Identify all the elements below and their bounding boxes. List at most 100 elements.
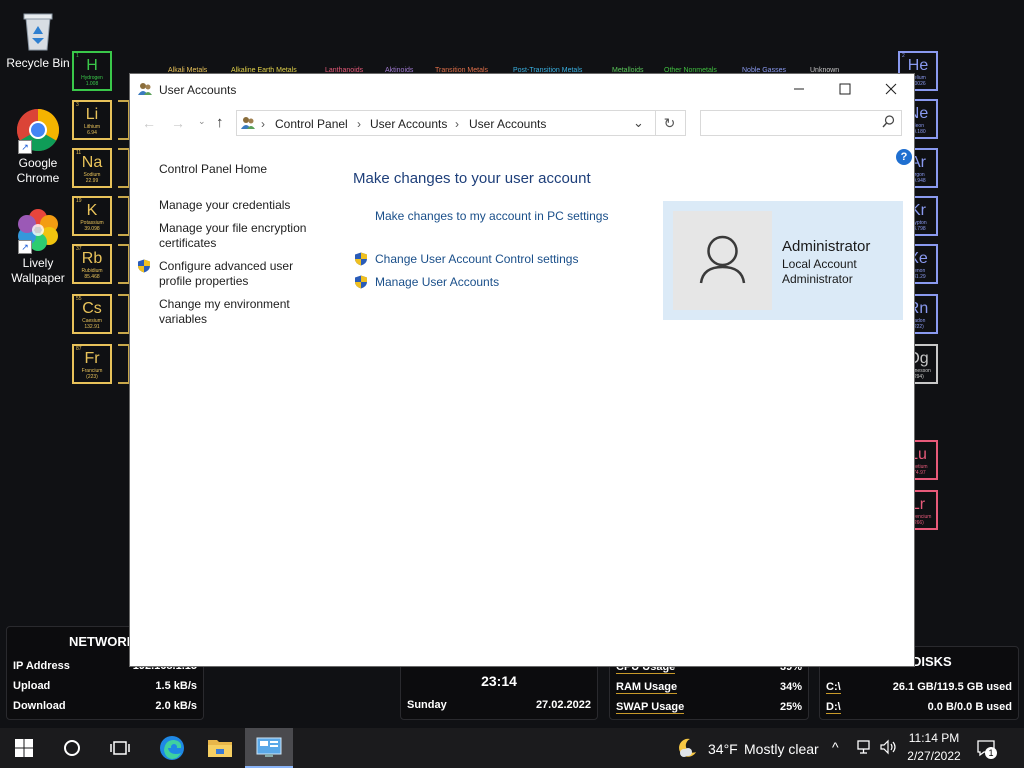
periodic-category-label: Alkali Metals	[168, 67, 208, 74]
system-row: RAM Usage 34%	[616, 681, 802, 694]
element-mass: 85.468	[84, 274, 100, 280]
breadcrumb-item[interactable]: User Accounts	[469, 117, 546, 131]
clock-date-row: Sunday 27.02.2022	[407, 699, 591, 711]
element-symbol: Cs	[82, 300, 102, 317]
account-type: Local Account	[782, 257, 857, 271]
refresh-button[interactable]: ↻	[654, 110, 686, 136]
address-bar[interactable]: › Control Panel › User Accounts › User A…	[236, 110, 656, 136]
element-mass: 22.99	[85, 178, 99, 184]
title-bar[interactable]: User Accounts	[130, 74, 914, 106]
element-mass: 39.098	[84, 226, 100, 232]
element-symbol: H	[86, 57, 98, 74]
user-accounts-window: User Accounts ← → ⌄ ↑ › Control Panel › …	[130, 74, 914, 666]
element-number: 3	[76, 102, 79, 108]
element-number: 2	[902, 53, 905, 59]
up-arrow-icon[interactable]: ↑	[216, 114, 224, 131]
periodic-element-partial	[118, 294, 130, 334]
row-label: SWAP Usage	[616, 701, 685, 714]
address-dropdown-chevron-icon[interactable]: ⌄	[633, 115, 644, 131]
show-hidden-icons-chevron-icon[interactable]: ^	[832, 739, 839, 755]
periodic-element-tile: 55 Cs Caesium 132.91	[72, 294, 112, 334]
desktop-icon-lively-wallpaper[interactable]: ↗ Lively Wallpaper	[0, 208, 76, 286]
shortcut-arrow-icon: ↗	[18, 240, 32, 254]
sidebar-link-advanced-profile[interactable]: Configure advanced user profile properti…	[159, 259, 319, 289]
element-mass: 1.008	[85, 81, 99, 87]
close-button[interactable]	[868, 74, 914, 104]
row-value: 26.1 GB/119.5 GB used	[892, 681, 1012, 693]
desktop-icon-recycle-bin[interactable]: Recycle Bin	[0, 8, 76, 71]
periodic-category-label: Post-Transition Metals	[513, 67, 583, 74]
search-icon	[882, 115, 895, 133]
periodic-element-partial	[118, 244, 130, 284]
row-value: 2.0 kB/s	[155, 700, 197, 712]
sidebar-link-file-encryption[interactable]: Manage your file encryption certificates	[159, 221, 319, 251]
uac-shield-icon	[354, 275, 368, 289]
periodic-element-partial	[118, 344, 130, 384]
maximize-icon	[839, 83, 851, 95]
refresh-icon: ↻	[663, 115, 676, 131]
uac-settings-link[interactable]: Change User Account Control settings	[375, 252, 578, 267]
weather-moon-icon[interactable]	[676, 737, 698, 764]
folder-icon	[208, 740, 232, 757]
row-value: 0.0 B/0.0 B used	[927, 701, 1012, 713]
avatar	[673, 211, 772, 310]
edge-taskbar-button[interactable]	[148, 728, 196, 768]
lively-wallpaper-icon: ↗	[16, 208, 60, 254]
breadcrumb-separator-icon: ›	[357, 117, 361, 131]
clock-date: 27.02.2022	[535, 699, 591, 711]
start-button[interactable]	[0, 728, 48, 768]
minimize-icon	[794, 88, 804, 90]
navigation-bar: ← → ⌄ ↑ › Control Panel › User Accounts …	[130, 108, 914, 142]
element-number: 1	[76, 53, 79, 59]
network-icon[interactable]	[856, 739, 874, 760]
manage-user-accounts-link[interactable]: Manage User Accounts	[375, 275, 499, 290]
element-number: 55	[76, 296, 82, 302]
taskbar-clock-time[interactable]: 11:14 PM	[906, 731, 962, 745]
action-center-button[interactable]: 1	[976, 738, 997, 763]
periodic-element-tile: 87 Fr Francium (223)	[72, 344, 112, 384]
clock-widget: 23:14 Sunday 27.02.2022	[400, 664, 598, 720]
volume-icon[interactable]	[880, 739, 898, 760]
maximize-button[interactable]	[822, 74, 868, 104]
element-symbol: K	[86, 202, 98, 219]
row-label: IP Address	[13, 660, 70, 672]
task-view-button[interactable]	[96, 728, 144, 768]
periodic-element-tile: 1 H Hydrogen 1.008	[72, 51, 112, 91]
periodic-element-partial	[118, 148, 130, 188]
taskbar-clock-date[interactable]: 2/27/2022	[906, 749, 962, 763]
recent-locations-chevron-icon[interactable]: ⌄	[198, 116, 206, 127]
element-mass: (223)	[86, 374, 98, 380]
shortcut-arrow-icon: ↗	[18, 140, 32, 154]
clock-day: Sunday	[407, 699, 447, 711]
page-heading: Make changes to your user account	[353, 170, 591, 187]
desktop-icon-google-chrome[interactable]: ↗ Google Chrome	[0, 108, 76, 186]
sidebar-link-environment-variables[interactable]: Change my environment variables	[159, 297, 319, 327]
user-accounts-icon	[137, 81, 153, 102]
back-arrow-icon[interactable]: ←	[142, 115, 156, 131]
control-panel-taskbar-button[interactable]	[245, 728, 293, 768]
search-button[interactable]	[48, 728, 96, 768]
control-panel-home-link[interactable]: Control Panel Home	[159, 162, 319, 177]
weather-temperature[interactable]: 34°F	[708, 741, 738, 757]
element-symbol: Li	[85, 106, 99, 123]
cortana-circle-icon	[64, 740, 80, 756]
search-control-panel-input[interactable]	[700, 110, 902, 136]
row-label: C:\	[826, 681, 841, 694]
pc-settings-link[interactable]: Make changes to my account in PC setting…	[375, 209, 608, 224]
periodic-category-label: Noble Gasses	[742, 67, 786, 74]
minimize-button[interactable]	[776, 74, 822, 104]
element-number: 37	[76, 246, 82, 252]
breadcrumb-item[interactable]: Control Panel	[275, 117, 348, 131]
account-role: Administrator	[782, 272, 853, 286]
forward-arrow-icon[interactable]: →	[171, 115, 185, 131]
element-symbol: Rb	[81, 250, 103, 267]
sidebar-link-manage-credentials[interactable]: Manage your credentials	[159, 198, 319, 213]
uac-shield-icon	[137, 259, 151, 273]
element-number: 19	[76, 198, 82, 204]
windows-logo-icon	[15, 739, 33, 757]
weather-description[interactable]: Mostly clear	[744, 741, 819, 757]
breadcrumb-item[interactable]: User Accounts	[370, 117, 447, 131]
help-icon[interactable]: ?	[896, 149, 912, 165]
file-explorer-taskbar-button[interactable]	[196, 728, 244, 768]
notification-count-badge: 1	[985, 747, 997, 759]
